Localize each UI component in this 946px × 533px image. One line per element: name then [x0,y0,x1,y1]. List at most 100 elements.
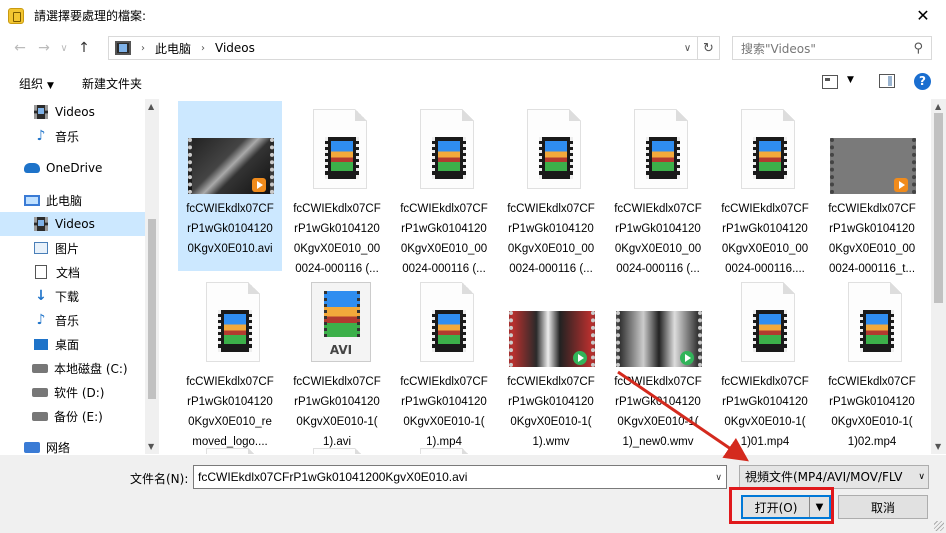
file-tile[interactable]: fcCWIEkdlx07CF rP1wGk0104120 0KgvX0E010-1(… [606,274,710,448]
sidebar-item-pictures[interactable]: 图片 [0,236,145,260]
file-name: fcCWIEkdlx07CF rP1wGk0104120 0KgvX0E010_00… [293,203,381,275]
file-name: fcCWIEkdlx07CF rP1wGk0104120 0KgvX0E010-1(… [828,376,916,448]
scroll-down-icon[interactable]: ▼ [935,442,941,451]
preview-pane-icon[interactable] [879,74,895,88]
file-thumbnail [717,104,813,196]
file-tile[interactable]: fcCWIEkdlx07CF rP1wGk0104120 0KgvX0E010-1(… [713,274,817,448]
file-tile[interactable]: fcCWIEkdlx07CF rP1wGk0104120 0KgvX0E010-1(… [820,274,924,448]
title-bar: 請選擇要處理的檔案: ✕ [0,0,946,31]
video-file-icon [860,310,894,352]
video-folder-icon [34,105,48,119]
sidebar-item-music-quick[interactable]: ♪ 音乐 [0,124,145,148]
file-tile[interactable]: AVI fcCWIEkdlx07CF rP1wGk0104120 0KgvX0E01… [285,274,389,448]
navigation-bar: ← → ∨ ↑ › 此电脑 › Videos ∨ ↻ 搜索"Videos" ⚲ [0,34,946,62]
network-icon [24,441,40,453]
address-bar[interactable]: › 此电脑 › Videos ∨ ↻ [108,36,720,60]
search-icon[interactable]: ⚲ [913,41,923,56]
sidebar-item-downloads[interactable]: ↓ 下载 [0,284,145,308]
video-folder-icon [115,41,131,55]
desktop-icon [34,338,48,350]
file-name: fcCWIEkdlx07CF rP1wGk0104120 0KgvX0E010-1(… [400,376,488,448]
caret-down-icon[interactable]: ▼ [847,75,854,85]
file-tile[interactable]: fcCWIEkdlx07CF rP1wGk0104120 0KgvX0E010_00… [606,101,710,275]
file-tile[interactable]: fcCWIEkdlx07CF rP1wGk0104120 0KgvX0E010_00… [713,101,817,275]
resize-grip[interactable] [934,521,944,531]
video-file-icon [539,137,573,179]
drive-icon [32,363,48,373]
sidebar-item-drive-d[interactable]: 软件 (D:) [0,380,145,404]
file-tile[interactable]: fcCWIEkdlx07CF rP1wGk0104120 0KgvX0E010.av… [178,101,282,271]
cancel-button[interactable]: 取消 [838,495,928,519]
file-tile[interactable]: fcCWIEkdlx07CF rP1wGk0104120 0KgvX0E010-1(… [392,274,496,448]
breadcrumb-videos[interactable]: Videos [215,41,255,55]
forward-button[interactable]: → [32,36,56,60]
music-icon: ♪ [36,128,46,144]
sidebar-scrollbar[interactable]: ▲ ▼ [145,99,159,454]
recent-locations-button[interactable]: ∨ [56,36,72,60]
video-folder-icon [34,217,48,231]
scrollbar-thumb[interactable] [934,113,943,303]
caret-down-icon: ▼ [47,80,54,91]
search-input[interactable]: 搜索"Videos" ⚲ [732,36,932,60]
video-thumbnail [188,138,274,194]
back-button[interactable]: ← [8,36,32,60]
file-tile-partial[interactable] [285,444,389,454]
video-thumbnail [509,311,595,367]
sidebar-item-music[interactable]: ♪ 音乐 [0,308,145,332]
highlight-box [729,487,834,524]
file-name: fcCWIEkdlx07CF rP1wGk0104120 0KgvX0E010-1(… [507,376,595,448]
sidebar-item-onedrive[interactable]: OneDrive [0,156,145,180]
file-page-icon [313,448,367,454]
file-tile-partial[interactable] [392,444,496,454]
scroll-up-icon[interactable]: ▲ [935,102,941,111]
new-folder-button[interactable]: 新建文件夹 [82,75,142,92]
file-tile[interactable]: fcCWIEkdlx07CF rP1wGk0104120 0KgvX0E010_00… [499,101,603,275]
video-file-icon [432,310,466,352]
pictures-icon [34,242,48,254]
chevron-down-icon[interactable]: ∨ [677,37,697,59]
video-file-icon [753,137,787,179]
onedrive-icon [24,163,40,173]
sidebar-item-documents[interactable]: 文档 [0,260,145,284]
file-tile[interactable]: fcCWIEkdlx07CF rP1wGk0104120 0KgvX0E010_00… [820,101,924,275]
breadcrumb-this-pc[interactable]: 此电脑 [155,40,191,57]
file-name: fcCWIEkdlx07CF rP1wGk0104120 0KgvX0E010_00… [828,203,916,275]
video-thumbnail [616,311,702,367]
video-file-icon [432,137,466,179]
sidebar-item-drive-c[interactable]: 本地磁盘 (C:) [0,356,145,380]
file-tile[interactable]: fcCWIEkdlx07CF rP1wGk0104120 0KgvX0E010_00… [285,101,389,275]
scroll-down-icon[interactable]: ▼ [148,442,154,451]
sidebar-item-label: 本地磁盘 (C:) [54,361,128,376]
scroll-up-icon[interactable]: ▲ [148,102,154,111]
file-type-select[interactable]: 視頻文件(MP4/AVI/MOV/FLV ∨ [739,465,929,489]
chevron-down-icon[interactable]: ∨ [916,466,925,488]
help-icon[interactable]: ? [914,73,931,90]
close-icon[interactable]: ✕ [900,0,946,31]
sidebar-item-label: 桌面 [55,337,80,352]
file-list-scrollbar[interactable]: ▲ ▼ [931,99,946,454]
sidebar-item-label: 软件 (D:) [54,385,105,400]
organize-menu[interactable]: 组织 ▼ [19,75,54,92]
file-tile-partial[interactable] [178,444,282,454]
sidebar-item-this-pc[interactable]: 此电脑 [0,188,145,212]
breadcrumb-separator: › [141,42,145,54]
file-tile[interactable]: fcCWIEkdlx07CF rP1wGk0104120 0KgvX0E010_00… [392,101,496,275]
file-thumbnail [396,277,492,369]
file-thumbnail [289,104,385,196]
up-button[interactable]: ↑ [72,36,96,60]
sidebar-item-desktop[interactable]: 桌面 [0,332,145,356]
file-tile[interactable]: fcCWIEkdlx07CF rP1wGk0104120 0KgvX0E010-1(… [499,274,603,448]
sidebar-item-network[interactable]: 网络 [0,435,145,454]
sidebar-item-videos[interactable]: Videos [0,212,145,236]
scrollbar-thumb[interactable] [148,219,156,399]
media-player-icon [573,351,587,365]
sidebar-item-label: Videos [55,105,95,119]
file-list: fcCWIEkdlx07CF rP1wGk0104120 0KgvX0E010.av… [172,99,930,454]
file-tile[interactable]: fcCWIEkdlx07CF rP1wGk0104120 0KgvX0E010_re… [178,274,282,448]
sidebar-item-drive-e[interactable]: 备份 (E:) [0,404,145,428]
filename-input[interactable]: fcCWIEkdlx07CFrP1wGk01041200KgvX0E010.av… [193,465,727,489]
chevron-down-icon[interactable]: ∨ [715,466,722,488]
refresh-icon[interactable]: ↻ [697,37,719,59]
view-options-icon[interactable] [822,75,838,89]
sidebar-item-videos-quick[interactable]: Videos [0,100,145,124]
